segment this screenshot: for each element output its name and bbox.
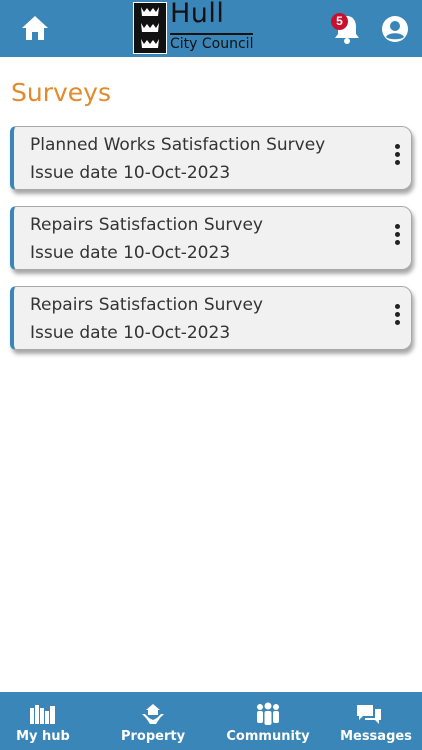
survey-card[interactable]: Repairs Satisfaction Survey Issue date 1…: [10, 286, 412, 350]
books-icon: [30, 705, 55, 724]
nav-messages[interactable]: Messages: [330, 692, 422, 750]
home-button[interactable]: [20, 14, 50, 42]
crest-icon: [133, 2, 167, 54]
notification-count-badge: 5: [331, 13, 348, 30]
logo-primary-text: Hull: [170, 0, 225, 29]
user-icon: [382, 16, 408, 42]
more-options-icon[interactable]: [391, 224, 403, 250]
people-icon: [257, 702, 279, 725]
bottom-navigation: My hub Property Community Messages: [0, 692, 422, 750]
page-title: Surveys: [11, 78, 111, 107]
nav-my-hub[interactable]: My hub: [0, 692, 86, 750]
nav-label: Property: [120, 729, 186, 744]
nav-property[interactable]: Property: [110, 692, 196, 750]
survey-issue-date: Issue date 10-Oct-2023: [30, 163, 231, 183]
home-icon: [22, 16, 48, 40]
survey-title: Planned Works Satisfaction Survey: [30, 135, 326, 155]
nav-label: Community: [226, 729, 310, 744]
survey-title: Repairs Satisfaction Survey: [30, 215, 263, 235]
profile-button[interactable]: [381, 15, 409, 43]
more-options-icon[interactable]: [391, 144, 403, 170]
nav-label: Messages: [340, 729, 412, 744]
nav-community[interactable]: Community: [223, 692, 313, 750]
hull-city-council-logo: Hull City Council: [131, 0, 256, 55]
survey-issue-date: Issue date 10-Oct-2023: [30, 243, 231, 263]
hand-house-icon: [142, 704, 164, 724]
survey-card[interactable]: Repairs Satisfaction Survey Issue date 1…: [10, 206, 412, 270]
survey-card[interactable]: Planned Works Satisfaction Survey Issue …: [10, 126, 412, 190]
logo-divider: [170, 33, 253, 35]
app-header: Hull City Council 5: [0, 0, 422, 57]
survey-issue-date: Issue date 10-Oct-2023: [30, 323, 231, 343]
chat-icon: [357, 705, 381, 724]
survey-title: Repairs Satisfaction Survey: [30, 295, 263, 315]
more-options-icon[interactable]: [391, 304, 403, 330]
logo-secondary-text: City Council: [170, 36, 254, 52]
nav-label: My hub: [16, 729, 70, 744]
